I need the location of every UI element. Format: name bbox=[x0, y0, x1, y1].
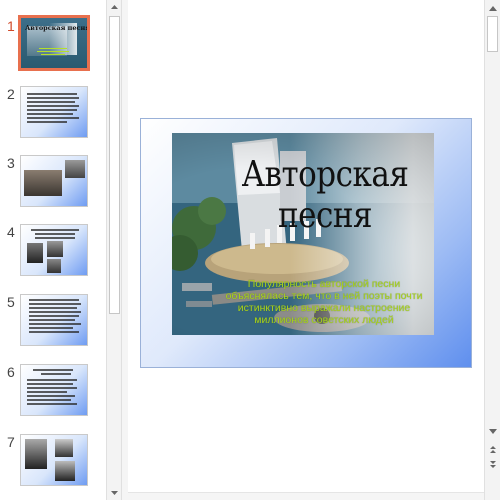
slide-number: 3 bbox=[7, 155, 15, 171]
slide-thumbnail[interactable] bbox=[20, 86, 88, 138]
thumbnail-row-4[interactable]: 4 bbox=[0, 224, 104, 286]
scrollbar-thumb[interactable] bbox=[109, 16, 120, 314]
thumbnail-row-6[interactable]: 6 bbox=[0, 364, 104, 426]
scroll-up-icon[interactable] bbox=[110, 3, 119, 12]
slide-editing-area: Авторская песня Популярность авторской п… bbox=[128, 0, 484, 500]
slide-number: 2 bbox=[7, 86, 15, 102]
slide-number: 5 bbox=[7, 294, 15, 310]
slide-number: 4 bbox=[7, 224, 15, 240]
slide-thumbnail[interactable] bbox=[20, 155, 88, 207]
scroll-down-icon[interactable] bbox=[486, 424, 500, 438]
slide-photo[interactable]: Авторская песня Популярность авторской п… bbox=[172, 133, 434, 335]
slide-number: 6 bbox=[7, 364, 15, 380]
scroll-down-icon[interactable] bbox=[110, 488, 119, 497]
current-slide[interactable]: Авторская песня Популярность авторской п… bbox=[140, 118, 472, 368]
slide-thumbnail[interactable] bbox=[20, 294, 88, 346]
thumbnail-row-5[interactable]: 5 bbox=[0, 294, 104, 356]
slide-thumbnail[interactable] bbox=[20, 364, 88, 416]
slide-title[interactable]: Авторская песня bbox=[200, 154, 434, 237]
thumbnail-title: Авторская песня bbox=[25, 24, 90, 32]
powerpoint-window: 1 Авторская песня 2 3 4 5 6 7 Авторская … bbox=[0, 0, 500, 500]
slide-thumbnail-pane: 1 Авторская песня 2 3 4 5 6 7 bbox=[0, 0, 122, 500]
horizontal-divider bbox=[128, 492, 484, 500]
thumbnail-row-7[interactable]: 7 bbox=[0, 434, 104, 496]
thumbnail-row-3[interactable]: 3 bbox=[0, 155, 104, 217]
slide-number: 7 bbox=[7, 434, 15, 450]
slide-number: 1 bbox=[7, 18, 15, 34]
previous-slide-icon[interactable] bbox=[486, 442, 500, 456]
thumbnail-row-2[interactable]: 2 bbox=[0, 86, 104, 148]
thumbnail-row-1[interactable]: 1 Авторская песня bbox=[0, 15, 104, 80]
slide-thumbnail[interactable]: Авторская песня bbox=[18, 15, 90, 71]
slide-scrollbar[interactable] bbox=[484, 0, 500, 500]
slide-thumbnail[interactable] bbox=[20, 224, 88, 276]
next-slide-icon[interactable] bbox=[486, 458, 500, 472]
scroll-up-icon[interactable] bbox=[486, 2, 500, 16]
scrollbar-thumb[interactable] bbox=[487, 16, 498, 52]
slide-thumbnail[interactable] bbox=[20, 434, 88, 486]
thumbnail-scrollbar[interactable] bbox=[106, 0, 122, 500]
slide-body-text[interactable]: Популярность авторской песни объяснялась… bbox=[224, 278, 424, 326]
